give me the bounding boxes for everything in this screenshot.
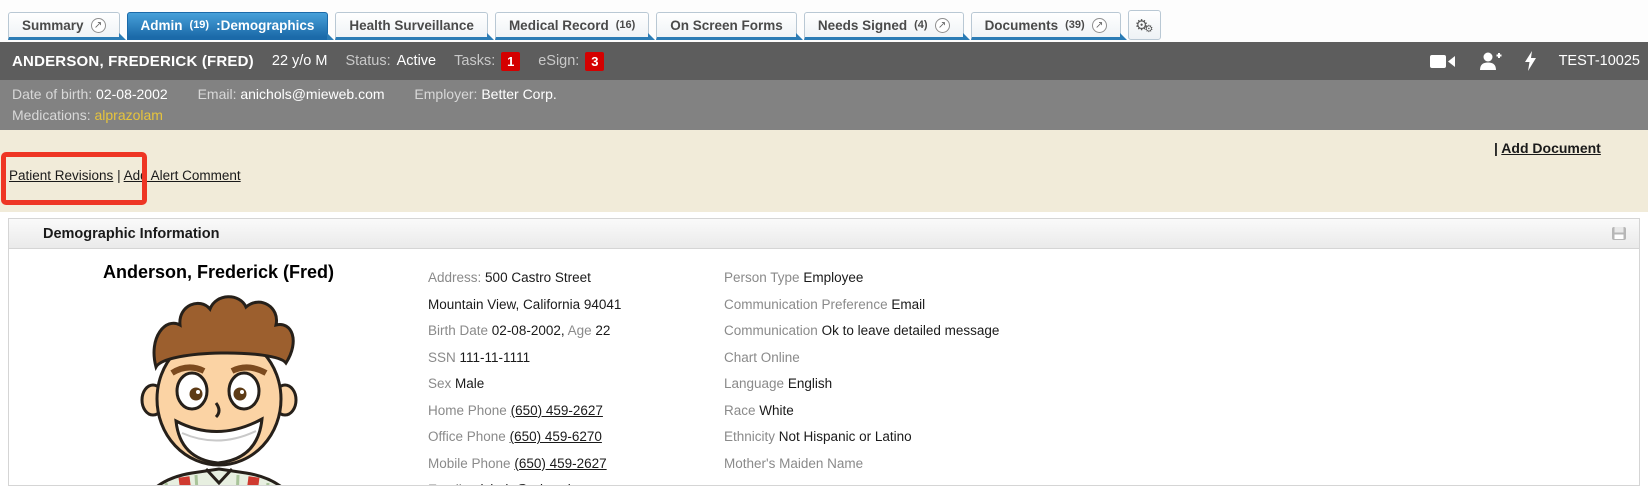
home-phone-field: Home Phone (650) 459-2627 [428, 398, 724, 425]
ethnicity-field: Ethnicity Not Hispanic or Latino [724, 424, 1639, 451]
address-field: Address: 500 Castro Street [428, 265, 724, 292]
employer-label: Employer: [414, 86, 477, 102]
popout-icon[interactable]: ↗ [1092, 18, 1107, 33]
person-add-icon[interactable] [1478, 51, 1502, 71]
tasks-field: Tasks: 1 [454, 52, 520, 71]
tab-needs-signed[interactable]: Needs Signed (4) ↗ [804, 12, 964, 40]
patient-info-bar: Date of birth: 02-08-2002 Email: anichol… [0, 80, 1648, 130]
race-field: Race White [724, 398, 1639, 425]
lightning-bolt-icon[interactable] [1524, 51, 1537, 71]
dob-field: Date of birth: 02-08-2002 [12, 86, 172, 102]
email-value: anichols@mieweb.com [240, 86, 384, 102]
tab-suffix: :Demographics [216, 18, 314, 33]
communication-field: Communication Ok to leave detailed messa… [724, 318, 1639, 345]
add-alert-comment-link[interactable]: Add Alert Comment [124, 168, 241, 183]
demographics-panel: Demographic Information Anderson, Freder… [8, 218, 1640, 486]
panel-body: Anderson, Frederick (Fred) [9, 249, 1639, 486]
esign-field: eSign: 3 [538, 52, 604, 71]
tab-admin-demographics[interactable]: Admin (19) :Demographics [127, 12, 329, 40]
tab-on-screen-forms[interactable]: On Screen Forms [656, 12, 797, 40]
tab-label: Needs Signed [818, 18, 907, 33]
patient-action-links: Patient Revisions | Add Alert Comment [9, 168, 241, 183]
patient-photo [126, 287, 312, 486]
video-camera-icon[interactable] [1430, 53, 1456, 70]
employer-field: Employer: Better Corp. [414, 86, 556, 102]
dob-label: Date of birth: [12, 86, 92, 102]
tab-label: On Screen Forms [670, 18, 783, 33]
mobile-phone-field: Mobile Phone (650) 459-2627 [428, 451, 724, 478]
office-phone-link[interactable]: (650) 459-6270 [510, 429, 602, 444]
add-document-area: | Add Document [1494, 140, 1601, 156]
panel-header: Demographic Information [9, 219, 1639, 249]
separator: | [1494, 140, 1498, 156]
sex-field: Sex Male [428, 371, 724, 398]
info-line-1: Date of birth: 02-08-2002 Email: anichol… [12, 84, 1636, 105]
tab-label: Summary [22, 18, 84, 33]
tab-count: (19) [190, 19, 210, 31]
attributes-column: Person Type Employee Communication Prefe… [724, 249, 1639, 477]
birth-date-field: Birth Date 02-08-2002, Age 22 [428, 318, 724, 345]
office-phone-field: Office Phone (650) 459-6270 [428, 424, 724, 451]
address-field-line2: Mountain View, California 94041 [428, 292, 724, 319]
status-value: Active [397, 53, 437, 69]
popout-icon[interactable]: ↗ [935, 18, 950, 33]
separator: | [117, 168, 121, 183]
patient-revisions-link[interactable]: Patient Revisions [9, 168, 113, 183]
patient-id: TEST-10025 [1559, 53, 1640, 69]
patient-display-name: Anderson, Frederick (Fred) [9, 262, 428, 283]
ssn-field: SSN 111-11-1111 [428, 345, 724, 372]
patient-header-actions: TEST-10025 [1430, 51, 1640, 71]
tab-label: Medical Record [509, 18, 609, 33]
info-line-2: Medications: alprazolam [12, 105, 1636, 126]
settings-button[interactable]: ⚙⚙ [1128, 10, 1161, 40]
email-label: Email: [198, 86, 237, 102]
tab-summary[interactable]: Summary ↗ [8, 12, 120, 40]
contact-details-column: Address: 500 Castro Street Mountain View… [428, 249, 724, 486]
medications-field: Medications: alprazolam [12, 107, 163, 123]
tasks-badge[interactable]: 1 [501, 52, 520, 71]
tasks-label: Tasks: [454, 53, 495, 69]
language-field: Language English [724, 371, 1639, 398]
status-field: Status: Active [345, 53, 436, 69]
gear-icon: ⚙ [1144, 24, 1153, 35]
tab-documents[interactable]: Documents (39) ↗ [971, 12, 1121, 40]
tab-count: (4) [914, 19, 927, 31]
panel-title: Demographic Information [43, 226, 219, 242]
person-type-field: Person Type Employee [724, 265, 1639, 292]
email-field: Email anichols@mieweb.com [428, 477, 724, 486]
action-bar: | Add Document Patient Revisions | Add A… [0, 130, 1648, 212]
tab-count: (39) [1065, 19, 1085, 31]
esign-badge[interactable]: 3 [585, 52, 604, 71]
tab-label: Documents [985, 18, 1059, 33]
tab-health-surveillance[interactable]: Health Surveillance [335, 12, 488, 40]
tab-medical-record[interactable]: Medical Record (16) [495, 12, 649, 40]
patient-age-sex: 22 y/o M [272, 53, 328, 69]
patient-header: ANDERSON, FREDERICK (FRED) 22 y/o M Stat… [0, 42, 1648, 80]
tab-count: (16) [616, 19, 636, 31]
add-document-link[interactable]: Add Document [1501, 140, 1601, 156]
medications-value[interactable]: alprazolam [94, 107, 162, 123]
esign-label: eSign: [538, 53, 579, 69]
tab-label: Admin [141, 18, 183, 33]
medications-label: Medications: [12, 107, 91, 123]
email-link[interactable]: anichols@mieweb.com [466, 482, 605, 486]
tab-label: Health Surveillance [349, 18, 474, 33]
communication-preference-field: Communication Preference Email [724, 292, 1639, 319]
mothers-maiden-name-field: Mother's Maiden Name [724, 451, 1639, 478]
patient-name: ANDERSON, FREDERICK (FRED) [12, 53, 254, 70]
employer-value: Better Corp. [481, 86, 556, 102]
patient-identity-column: Anderson, Frederick (Fred) [9, 249, 428, 486]
document-icon[interactable] [1611, 226, 1627, 241]
status-label: Status: [345, 53, 390, 69]
mobile-phone-link[interactable]: (650) 459-2627 [514, 456, 606, 471]
chart-online-field: Chart Online [724, 345, 1639, 372]
home-phone-link[interactable]: (650) 459-2627 [511, 403, 603, 418]
dob-value: 02-08-2002 [96, 86, 168, 102]
email-field: Email: anichols@mieweb.com [198, 86, 389, 102]
popout-icon[interactable]: ↗ [91, 18, 106, 33]
chart-tab-bar: Summary ↗ Admin (19) :Demographics Health… [0, 0, 1648, 42]
